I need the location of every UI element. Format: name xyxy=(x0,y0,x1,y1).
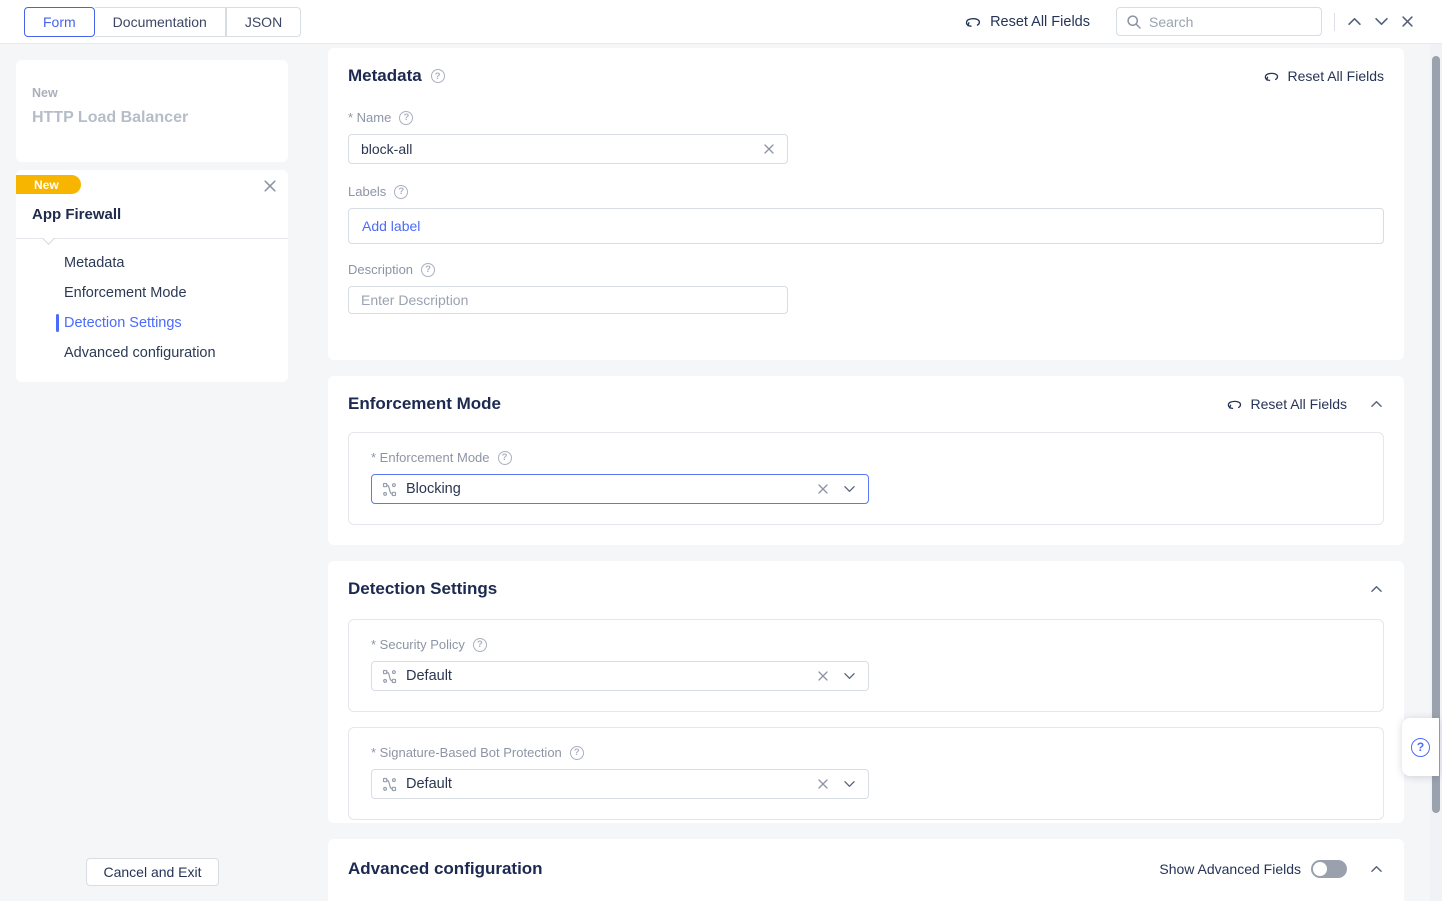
tab-json[interactable]: JSON xyxy=(226,7,301,37)
search-icon xyxy=(1126,14,1142,30)
help-icon[interactable]: ? xyxy=(473,638,487,652)
section-advanced-configuration: Advanced configuration Show Advanced Fie… xyxy=(328,839,1404,901)
enforcement-panel: * Enforcement Mode ? Blocking xyxy=(348,432,1384,525)
nav-item-detection-settings[interactable]: Detection Settings xyxy=(16,308,288,338)
name-field xyxy=(348,134,788,164)
name-field-label: * Name xyxy=(348,110,391,125)
search-prev-button[interactable] xyxy=(1345,14,1364,29)
reset-label: Reset All Fields xyxy=(1288,68,1384,84)
form-main: Metadata ? Reset All Fields * Name ? xyxy=(328,48,1404,901)
tab-documentation[interactable]: Documentation xyxy=(95,7,226,37)
clear-selection-icon[interactable] xyxy=(815,481,831,497)
add-label-link[interactable]: Add label xyxy=(362,218,420,234)
section-nav: Metadata Enforcement Mode Detection Sett… xyxy=(16,248,288,368)
divider xyxy=(16,238,288,239)
search-input[interactable] xyxy=(1149,14,1313,30)
security-policy-label: * Security Policy xyxy=(371,637,465,652)
section-detection-settings: Detection Settings * Security Policy ? D… xyxy=(328,561,1404,823)
enforcement-mode-select[interactable]: Blocking xyxy=(371,474,869,504)
labels-field[interactable]: Add label xyxy=(348,208,1384,244)
nav-item-advanced-configuration[interactable]: Advanced configuration xyxy=(16,338,288,368)
help-icon[interactable]: ? xyxy=(498,451,512,465)
detection-title: Detection Settings xyxy=(348,579,497,599)
advanced-title: Advanced configuration xyxy=(348,859,543,879)
name-input[interactable] xyxy=(361,141,761,157)
metadata-reset-button[interactable]: Reset All Fields xyxy=(1263,68,1384,84)
description-field xyxy=(348,286,788,314)
metadata-title: Metadata xyxy=(348,66,422,86)
enforcement-mode-value: Blocking xyxy=(406,481,806,497)
chevron-down-icon[interactable] xyxy=(841,482,858,496)
search-control xyxy=(1116,7,1416,36)
notch-decoration xyxy=(42,232,55,245)
chevron-down-icon[interactable] xyxy=(841,669,858,683)
enforcement-title: Enforcement Mode xyxy=(348,394,501,414)
topbar-right: Reset All Fields xyxy=(964,7,1416,36)
security-policy-value: Default xyxy=(406,668,806,684)
reset-all-fields-label: Reset All Fields xyxy=(990,14,1090,30)
search-next-button[interactable] xyxy=(1372,14,1391,29)
labels-field-label: Labels xyxy=(348,184,386,199)
context-title: HTTP Load Balancer xyxy=(32,109,272,127)
toggle-knob xyxy=(1313,862,1327,876)
help-icon[interactable]: ? xyxy=(570,746,584,760)
config-object-icon xyxy=(382,669,397,684)
collapse-detection-icon[interactable] xyxy=(1369,583,1384,595)
reset-all-fields-button[interactable]: Reset All Fields xyxy=(964,14,1090,30)
search-close-button[interactable] xyxy=(1399,13,1416,30)
view-tab-group: Form Documentation JSON xyxy=(24,7,301,37)
panel-close-icon[interactable] xyxy=(261,177,279,195)
show-advanced-fields-label: Show Advanced Fields xyxy=(1159,861,1301,877)
scrollbar-thumb[interactable] xyxy=(1432,56,1440,813)
description-field-label: Description xyxy=(348,262,413,277)
collapse-advanced-icon[interactable] xyxy=(1369,863,1384,875)
bot-protection-select[interactable]: Default xyxy=(371,769,869,799)
enforcement-reset-button[interactable]: Reset All Fields xyxy=(1226,396,1347,412)
nav-item-enforcement-mode[interactable]: Enforcement Mode xyxy=(16,278,288,308)
enforcement-mode-label: * Enforcement Mode xyxy=(371,450,490,465)
help-icon[interactable]: ? xyxy=(394,185,408,199)
bot-protection-value: Default xyxy=(406,776,806,792)
undo-icon xyxy=(964,14,982,29)
new-badge: New xyxy=(16,175,81,194)
help-icon[interactable]: ? xyxy=(399,111,413,125)
chevron-down-icon[interactable] xyxy=(841,777,858,791)
undo-icon xyxy=(1263,69,1280,83)
config-object-icon xyxy=(382,482,397,497)
collapse-enforcement-icon[interactable] xyxy=(1369,398,1384,410)
app-firewall-panel: New App Firewall Metadata Enforcement Mo… xyxy=(16,170,288,382)
app-firewall-form-page: Form Documentation JSON Reset All Fields xyxy=(0,0,1442,901)
undo-icon xyxy=(1226,397,1243,411)
help-icon[interactable]: ? xyxy=(431,69,445,83)
clear-selection-icon[interactable] xyxy=(815,668,831,684)
security-policy-select[interactable]: Default xyxy=(371,661,869,691)
help-icon: ? xyxy=(1411,738,1430,757)
section-metadata: Metadata ? Reset All Fields * Name ? xyxy=(328,48,1404,360)
clear-selection-icon[interactable] xyxy=(815,776,831,792)
search-box[interactable] xyxy=(1116,7,1322,36)
context-eyebrow: New xyxy=(32,86,272,100)
context-card: New HTTP Load Balancer xyxy=(16,60,288,162)
help-fab-button[interactable]: ? xyxy=(1402,718,1439,776)
divider xyxy=(1334,13,1335,31)
clear-name-icon[interactable] xyxy=(761,141,777,157)
cancel-and-exit-button[interactable]: Cancel and Exit xyxy=(86,858,219,886)
tab-form[interactable]: Form xyxy=(24,7,95,37)
bot-protection-panel: * Signature-Based Bot Protection ? Defau… xyxy=(348,727,1384,820)
description-input[interactable] xyxy=(361,292,777,308)
bot-protection-label: * Signature-Based Bot Protection xyxy=(371,745,562,760)
section-enforcement-mode: Enforcement Mode Reset All Fields * Enf xyxy=(328,376,1404,545)
reset-label: Reset All Fields xyxy=(1251,396,1347,412)
security-policy-panel: * Security Policy ? Default xyxy=(348,619,1384,712)
panel-title: App Firewall xyxy=(32,206,121,223)
show-advanced-fields-toggle[interactable] xyxy=(1311,860,1347,878)
help-icon[interactable]: ? xyxy=(421,263,435,277)
topbar: Form Documentation JSON Reset All Fields xyxy=(0,0,1442,44)
nav-item-metadata[interactable]: Metadata xyxy=(16,248,288,278)
config-object-icon xyxy=(382,777,397,792)
